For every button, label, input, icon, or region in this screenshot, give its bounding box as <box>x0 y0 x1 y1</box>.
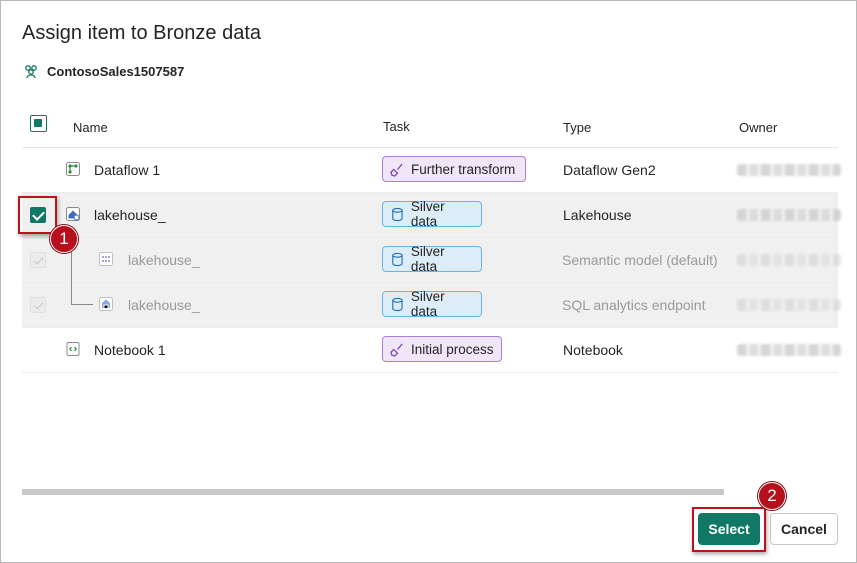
task-label: Initial process <box>411 341 494 357</box>
broom-icon <box>390 162 403 177</box>
database-icon <box>392 207 403 221</box>
column-task[interactable]: Task <box>383 119 410 134</box>
task-label: Silver data <box>410 199 445 229</box>
task-tag[interactable]: Initial process <box>382 336 502 362</box>
owner-redacted <box>737 344 841 356</box>
notebook-icon <box>66 342 80 356</box>
table-row[interactable]: Notebook 1 Initial process Notebook <box>22 328 841 373</box>
dialog-title: Assign item to Bronze data <box>22 22 262 44</box>
workspace-label: ContosoSales1507587 <box>23 63 184 79</box>
row-checkbox <box>30 252 46 268</box>
lakehouse-icon <box>66 207 80 221</box>
semantic-model-icon <box>99 252 113 266</box>
owner-redacted <box>737 254 841 266</box>
item-name: Dataflow 1 <box>94 162 161 178</box>
column-owner[interactable]: Owner <box>739 120 777 135</box>
table-row[interactable]: lakehouse_ Silver data Lakehouse <box>22 193 841 238</box>
annotation-highlight-checkbox <box>18 196 57 234</box>
broom-icon <box>390 342 403 357</box>
dataflow-icon <box>66 162 80 176</box>
workspace-name: ContosoSales1507587 <box>47 63 185 79</box>
table-row: lakehouse_ Silver data SQL analytics end… <box>22 283 841 328</box>
task-label: Silver data <box>410 289 445 319</box>
workspace-icon <box>25 65 37 79</box>
task-tag: Silver data <box>382 244 482 274</box>
cancel-button[interactable]: Cancel <box>770 513 838 545</box>
table-header: Name Task Type Owner <box>22 105 838 148</box>
owner-redacted <box>737 164 841 176</box>
annotation-highlight-select <box>692 507 766 552</box>
sql-endpoint-icon <box>99 297 113 311</box>
horizontal-scrollbar[interactable] <box>22 489 724 495</box>
column-name[interactable]: Name <box>73 120 108 135</box>
task-tag[interactable]: Silver data <box>382 199 482 229</box>
item-type: Lakehouse <box>563 207 632 223</box>
row-checkbox <box>30 297 46 313</box>
annotation-badge-1: 1 <box>50 225 78 253</box>
item-type: Semantic model (default) <box>562 252 718 268</box>
table-row[interactable]: Dataflow 1 Further transform Dataflow Ge… <box>22 148 841 193</box>
item-type: SQL analytics endpoint <box>562 297 706 313</box>
database-icon <box>392 252 403 266</box>
column-type[interactable]: Type <box>563 120 591 135</box>
select-all-checkbox[interactable] <box>30 115 47 132</box>
item-name: lakehouse_ <box>94 207 166 223</box>
table-row: lakehouse_ Silver data Semantic model (d… <box>22 238 841 283</box>
item-name: lakehouse_ <box>128 297 200 313</box>
owner-redacted <box>737 209 841 221</box>
task-label: Further transform <box>411 161 516 177</box>
task-label: Silver data <box>410 244 445 274</box>
item-name: lakehouse_ <box>128 252 200 268</box>
task-tag[interactable]: Further transform <box>382 156 526 182</box>
owner-redacted <box>737 299 841 311</box>
item-name: Notebook 1 <box>94 342 166 358</box>
dialog: Assign item to Bronze data ContosoSales1… <box>0 0 857 563</box>
database-icon <box>392 297 403 311</box>
task-tag: Silver data <box>382 289 482 319</box>
item-type: Dataflow Gen2 <box>563 162 656 178</box>
annotation-badge-2: 2 <box>758 482 786 510</box>
item-type: Notebook <box>563 342 623 358</box>
